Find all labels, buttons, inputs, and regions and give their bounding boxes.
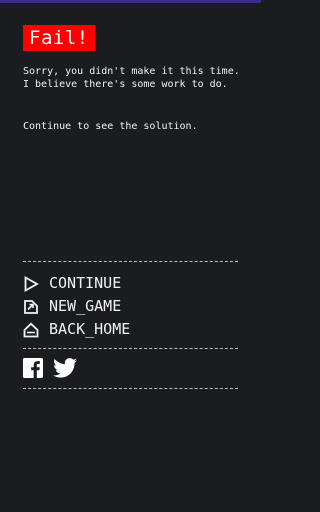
solution-hint: Continue to see the solution. (23, 121, 198, 132)
social-share (23, 358, 77, 378)
facebook-icon[interactable] (23, 358, 43, 378)
new-game-label: NEW_GAME (49, 297, 122, 315)
back-home-label: BACK_HOME (49, 320, 131, 338)
divider-top (23, 261, 238, 262)
game-menu: CONTINUE NEW_GAME BACK_HOME (23, 272, 238, 341)
top-accent-bar (0, 0, 261, 3)
home-icon (23, 322, 39, 338)
new-game-icon (23, 299, 39, 315)
twitter-icon[interactable] (53, 358, 77, 378)
divider-bottom (23, 388, 238, 389)
divider-middle (23, 348, 238, 349)
play-triangle-icon (23, 275, 39, 292)
back-home-button[interactable]: BACK_HOME (23, 318, 238, 341)
continue-button[interactable]: CONTINUE (23, 272, 238, 295)
result-title: Fail! (23, 25, 95, 51)
continue-label: CONTINUE (49, 274, 122, 292)
result-message: Sorry, you didn't make it this time. I b… (23, 66, 240, 90)
new-game-button[interactable]: NEW_GAME (23, 295, 238, 318)
